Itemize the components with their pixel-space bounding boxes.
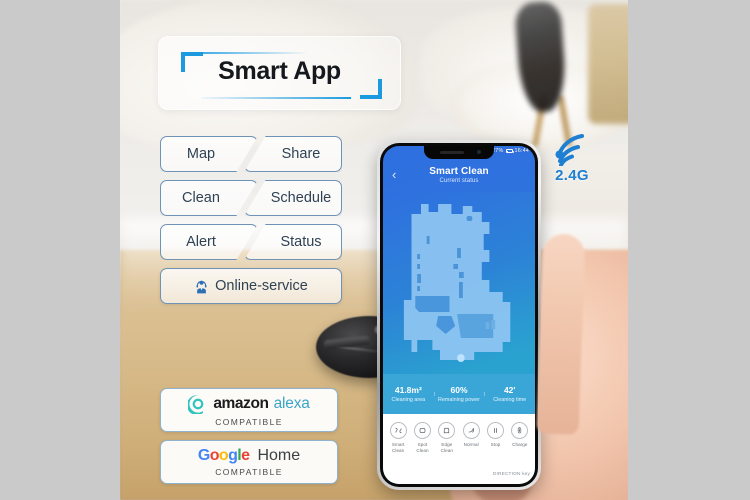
wifi-icon — [555, 134, 584, 166]
wifi-dot — [555, 150, 564, 159]
stat-label: Remaining power — [438, 397, 480, 403]
badge-brand-row: Google Home — [197, 446, 301, 464]
control-edge-clean[interactable]: Edge Clean — [435, 422, 459, 453]
support-agent-icon — [196, 280, 207, 293]
feature-row: Online-service — [160, 268, 342, 304]
normal-mode-icon — [462, 422, 480, 439]
feature-button-share[interactable]: Share — [244, 136, 342, 172]
alexa-ring-icon — [188, 394, 204, 414]
wifi-band-label: 2.4G — [555, 167, 589, 184]
google-logo-icon: Google — [197, 446, 250, 464]
battery-icon — [505, 149, 514, 153]
control-label: Normal — [463, 442, 479, 447]
control-stop[interactable]: Stop — [483, 422, 507, 448]
banner-rule-bottom — [201, 97, 351, 99]
stat-label: Cleaning area — [391, 397, 426, 403]
wood-chair — [588, 4, 628, 124]
control-label: Edge Clean — [440, 442, 453, 453]
badge-compatible-label: COMPATIBLE — [215, 416, 283, 427]
phone-bezel: 27% 16:44 ‹ Smart Clean Current status 4… — [380, 143, 538, 487]
pause-icon — [486, 422, 504, 439]
feature-button-clean[interactable]: Clean — [160, 180, 258, 216]
clock-label: 16:44 — [514, 148, 529, 154]
stat-cleaning-time: 42' Cleaning time — [484, 385, 535, 403]
badge-amazon-alexa[interactable]: amazon alexa COMPATIBLE — [160, 388, 338, 432]
control-normal-mode[interactable]: Normal — [459, 422, 483, 448]
stat-value: 42' — [503, 385, 516, 395]
stat-value: 41.8m² — [394, 385, 422, 395]
feature-label: Schedule — [270, 190, 332, 206]
badge-google-home[interactable]: Google Home COMPATIBLE — [160, 440, 338, 484]
direction-key-label[interactable]: DIRECTION key — [493, 472, 530, 477]
feature-button-map[interactable]: Map — [160, 136, 258, 172]
stat-value: 60% — [450, 385, 468, 395]
badge-compatible-label: COMPATIBLE — [215, 466, 283, 477]
thumb — [536, 233, 586, 435]
smart-app-banner: Smart App — [158, 36, 401, 110]
smartphone: 27% 16:44 ‹ Smart Clean Current status 4… — [377, 140, 541, 490]
stat-remaining-power: 60% Remaining power — [433, 385, 485, 403]
feature-button-grid: Map Share Clean Schedule Alert Status On… — [160, 136, 342, 304]
charge-icon — [511, 422, 529, 439]
feature-label: Clean — [182, 190, 220, 206]
cleaning-stats-bar: 41.8m² Cleaning area 60% Remaining power… — [383, 374, 535, 414]
smart-clean-icon — [389, 422, 407, 439]
product-banner-canvas: 27% 16:44 ‹ Smart Clean Current status 4… — [0, 0, 750, 500]
control-spot-clean[interactable]: Spot Clean — [410, 422, 434, 453]
control-dock: Smart Clean Spot Clean Edge Clean Normal… — [383, 414, 535, 484]
control-charge[interactable]: Charge — [508, 422, 532, 448]
compatibility-badges: amazon alexa COMPATIBLE Google Home COMP… — [160, 388, 338, 484]
control-label: Charge — [512, 442, 528, 447]
phone-screen[interactable]: 27% 16:44 ‹ Smart Clean Current status 4… — [383, 146, 535, 484]
feature-label: Alert — [186, 234, 216, 250]
stat-label: Cleaning time — [493, 397, 527, 403]
badge-brand-primary: amazon — [213, 394, 269, 412]
control-smart-clean[interactable]: Smart Clean — [386, 422, 410, 453]
spot-clean-icon — [413, 422, 431, 439]
front-camera-icon — [477, 150, 481, 154]
control-label: Spot Clean — [416, 442, 429, 453]
app-screen-title: Smart Clean — [429, 166, 489, 177]
badge-brand-secondary: Home — [257, 446, 301, 464]
wifi-2-4g-badge: 2.4G — [541, 128, 603, 194]
stat-cleaning-area: 41.8m² Cleaning area — [383, 385, 434, 403]
feature-row: Clean Schedule — [160, 180, 342, 216]
badge-brand-row: amazon alexa — [188, 394, 310, 414]
feature-row: Map Share — [160, 136, 342, 172]
status-bar: 27% 16:44 — [492, 148, 529, 154]
phone-notch — [424, 146, 494, 159]
control-label: Smart Clean — [391, 442, 405, 453]
banner-title: Smart App — [218, 57, 341, 85]
feature-label: Map — [186, 146, 216, 162]
feature-button-schedule[interactable]: Schedule — [244, 180, 342, 216]
cleaning-map[interactable] — [383, 192, 535, 388]
feature-row: Alert Status — [160, 224, 342, 260]
earpiece-speaker — [440, 151, 464, 154]
control-label: Stop — [490, 442, 501, 447]
feature-label: Status — [280, 234, 322, 250]
feature-button-online-service[interactable]: Online-service — [160, 268, 342, 304]
badge-brand-secondary: alexa — [273, 394, 310, 412]
feature-label: Online-service — [215, 278, 308, 294]
feature-label: Share — [281, 146, 321, 162]
app-screen-subtitle: Current status — [439, 178, 479, 184]
feature-button-status[interactable]: Status — [244, 224, 342, 260]
feature-button-alert[interactable]: Alert — [160, 224, 258, 260]
edge-clean-icon — [438, 422, 456, 439]
